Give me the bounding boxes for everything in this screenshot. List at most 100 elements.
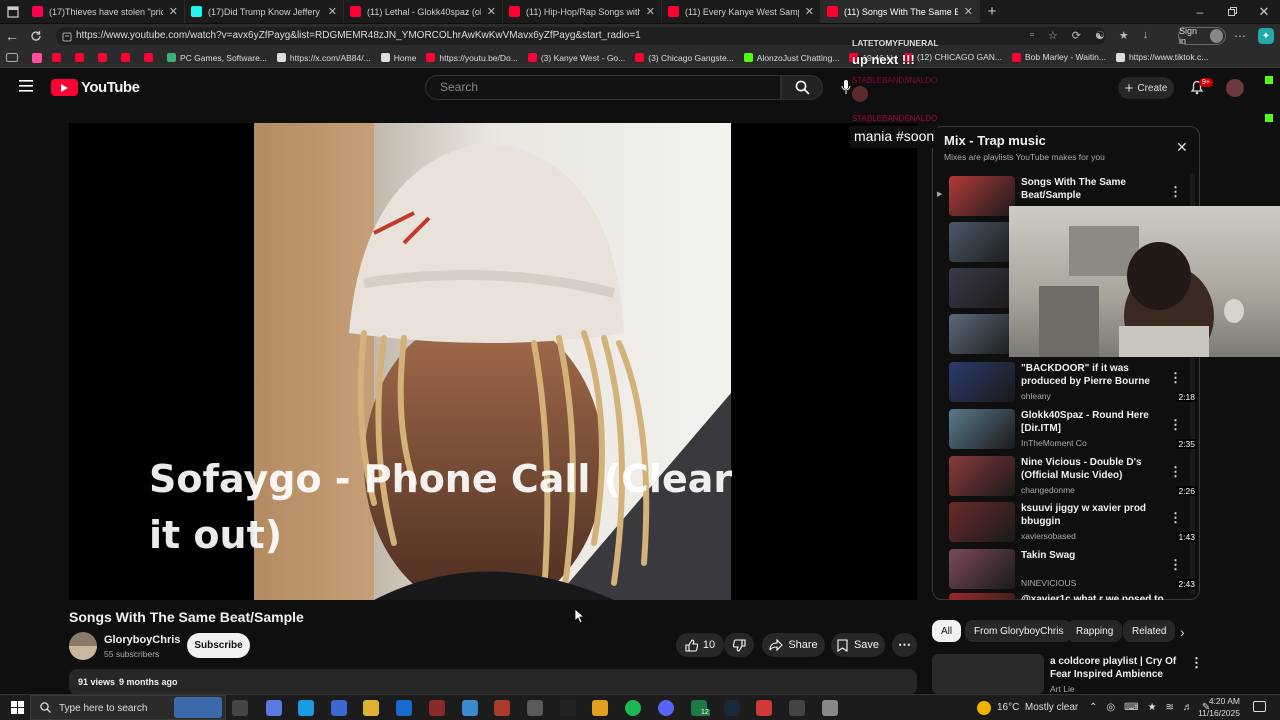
browser-tab[interactable]: (11) Songs With The Same B ✕ [821,0,980,23]
save-button[interactable]: Save [831,633,885,657]
tray-chevron-icon[interactable]: ⌃ [1089,702,1097,713]
mix-item-more-icon[interactable]: ⋮ [1169,417,1182,433]
browser-tab[interactable]: (11) Hip-Hop/Rap Songs with Vid ✕ [503,0,662,23]
url-field[interactable]: https://www.youtube.com/watch?v=avx6yZfP… [56,27,1106,45]
close-tab-icon[interactable]: ✕ [646,5,655,18]
favorites-icon[interactable]: ★ [1119,29,1129,42]
app-icon-4[interactable] [527,700,543,716]
file-explorer-icon[interactable] [363,700,379,716]
copilot-icon[interactable]: ✦ [1258,28,1274,44]
notification-center-icon[interactable] [1253,701,1266,712]
new-tab-button[interactable]: + [980,0,1004,23]
subscribe-button[interactable]: Subscribe [187,633,250,658]
close-window-button[interactable]: ✕ [1248,4,1280,20]
tray-bluetooth-icon[interactable]: ★ [1148,702,1157,713]
back-button[interactable]: ← [0,28,24,44]
bookmark-item[interactable]: Home [380,53,416,63]
spotify-icon[interactable] [625,700,641,716]
mix-item[interactable]: 2:26 Nine Vicious - Double D's (Official … [949,456,1199,498]
mix-item[interactable]: @xavier1c what r we posed to⋮ [949,593,1199,600]
bookmark-item[interactable]: https://x.com/AB84/... [276,53,371,63]
close-tab-icon[interactable]: ✕ [964,5,973,18]
share-button[interactable]: Share [762,633,825,657]
bookmark-app-icon[interactable] [32,52,42,63]
chip-all[interactable]: All [932,620,962,642]
bookmark-item[interactable]: (3) Kanye West - Go... [527,53,625,63]
more-actions-icon[interactable]: ⋯ [892,633,917,657]
bookmark-item[interactable] [144,53,157,62]
mix-item[interactable]: 2:18 "BACKDOOR" if it was produced by Pie… [949,362,1199,404]
outlook-icon[interactable] [396,700,412,716]
mix-item-more-icon[interactable]: ⋮ [1169,370,1182,386]
close-tab-icon[interactable]: ✕ [328,5,337,18]
restore-button[interactable] [1216,7,1248,16]
chip-related[interactable]: Related [1123,620,1176,642]
close-tab-icon[interactable]: ✕ [169,5,178,18]
like-button[interactable]: 10 [676,633,724,657]
tray-wifi-icon[interactable]: ≋ [1166,702,1174,713]
close-tab-icon[interactable]: ✕ [487,5,496,18]
sign-in-button[interactable]: Sign in [1178,26,1226,46]
search-button[interactable] [781,75,823,100]
dislike-button[interactable] [724,633,754,657]
description-box[interactable]: 91 views 9 months ago [69,669,917,695]
search-input[interactable]: Search [425,75,781,100]
weather-text[interactable]: 16°C Mostly clear [997,702,1078,713]
mix-item[interactable]: 2:43 Takin Swag NINEVICIOUS ⋮ [949,549,1199,591]
settings-menu-icon[interactable]: ⋯ [1234,29,1246,43]
app-icon-5[interactable] [560,700,576,716]
browser-tab[interactable]: (11) Every Kanye West Sample EV ✕ [662,0,821,23]
app-icon-2[interactable] [462,700,478,716]
create-button[interactable]: + Create [1118,77,1174,99]
bookmark-item[interactable]: https://youtu.be/Do... [426,53,518,63]
browser-tab[interactable]: (17)Thieves have stolen "priceless ✕ [26,0,185,23]
chip-rapping[interactable]: Rapping [1067,620,1123,642]
bookmark-item[interactable] [121,53,134,62]
close-mix-icon[interactable]: ✕ [1176,139,1188,156]
extensions-icon[interactable]: ☯ [1095,29,1105,42]
refresh-button[interactable] [24,30,48,42]
channel-avatar[interactable] [69,632,97,660]
video-player[interactable]: Sofaygo - Phone Call (Clear it out) [69,123,917,600]
refresh-page-icon[interactable]: ⟳ [1072,29,1081,42]
maps-icon[interactable] [756,700,772,716]
bookmark-item[interactable] [52,53,65,62]
clock-time[interactable]: 4:20 AM [1202,696,1240,706]
close-tab-icon[interactable]: ✕ [805,5,814,18]
mix-item-more-icon[interactable]: ⋮ [1169,557,1182,573]
discord-icon[interactable] [658,700,674,716]
app-icon-8[interactable] [822,700,838,716]
account-avatar[interactable] [1226,79,1244,97]
mix-item[interactable]: 2:35 Glokk40Spaz - Round Here [Dir.ITM] In… [949,409,1199,451]
bookmark-item[interactable]: Bob Marley - Waitin... [1012,52,1106,62]
tray-app-icon[interactable]: ◎ [1106,702,1115,713]
recommended-title[interactable]: a coldcore playlist | Cry Of Fear Inspir… [1050,655,1185,681]
app-icon-1[interactable] [429,700,445,716]
bookmark-item[interactable]: https://www.tiktok.c... [1115,52,1208,62]
favorite-star-icon[interactable]: ☆ [1048,29,1058,42]
app-icon-6[interactable] [592,700,608,716]
downloads-icon[interactable]: ↓ [1143,29,1149,42]
bookmark-item[interactable] [75,53,88,62]
tab-actions-icon[interactable] [0,0,26,23]
chips-next-icon[interactable]: › [1180,624,1185,640]
browser-tab[interactable]: (11) Lethal - Glokk40spaz (old ve ✕ [344,0,503,23]
copilot-taskbar-icon[interactable] [266,700,282,716]
windows-start-icon[interactable] [11,701,24,717]
mix-item-more-icon[interactable]: ⋮ [1169,184,1182,200]
cortana-image-icon[interactable] [174,697,222,718]
recommended-more-icon[interactable]: ⋮ [1190,655,1203,671]
mix-item[interactable]: 1:43 ksuuvi jiggy w xavier prod bbuggin xa… [949,502,1199,544]
youtube-logo[interactable]: YouTube [51,79,140,96]
bookmark-item[interactable]: (3) Chicago Gangste... [635,53,734,63]
bookmark-item[interactable] [98,53,111,62]
clock-date[interactable]: 11/16/2025 [1196,708,1240,718]
reading-list-icon[interactable] [6,53,18,62]
edge-browser-icon[interactable] [298,700,314,716]
chip-from-channel[interactable]: From GloryboyChris [965,620,1073,642]
bookmark-item[interactable]: PC Games, Software... [167,53,267,63]
tray-network-icon[interactable]: ⌨ [1124,702,1138,713]
app-icon-3[interactable] [494,700,510,716]
app-icon-7[interactable] [789,700,805,716]
voice-search-icon[interactable] [841,80,851,98]
